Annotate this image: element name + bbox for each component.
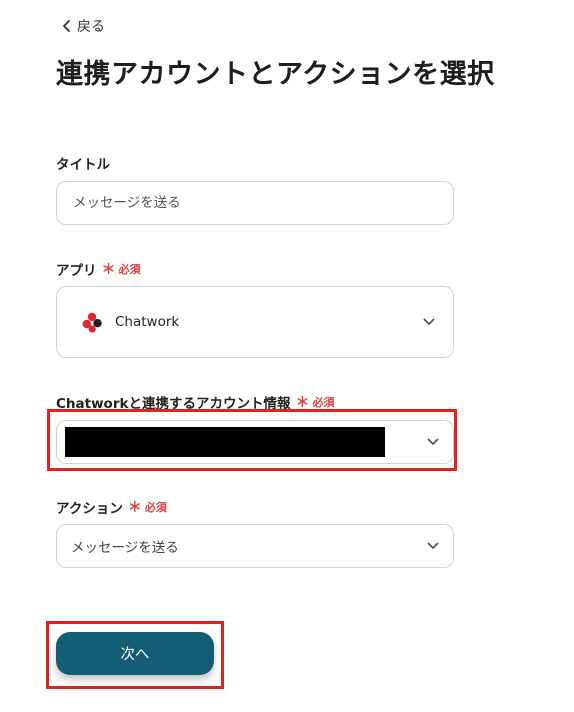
- required-label: 必須: [118, 263, 141, 276]
- app-field-label-text: アプリ: [56, 263, 97, 279]
- chevron-left-icon: [63, 20, 70, 32]
- account-field-label-text: Chatworkと連携するアカウント情報: [56, 396, 291, 412]
- required-label: 必須: [312, 396, 335, 409]
- back-label: 戻る: [77, 19, 105, 35]
- selected-action: メッセージを送る: [71, 540, 179, 556]
- required-asterisk: ＊: [127, 500, 142, 516]
- page-title: 連携アカウントとアクションを選択: [56, 59, 495, 90]
- required-asterisk: ＊: [101, 262, 116, 278]
- next-button[interactable]: 次へ: [56, 632, 214, 675]
- account-field-label: Chatworkと連携するアカウント情報 ＊ 必須: [56, 392, 334, 412]
- chevron-down-icon: [423, 318, 435, 325]
- required-indicator: ＊ 必須: [295, 392, 334, 412]
- title-field-label-text: タイトル: [56, 157, 110, 173]
- app-select[interactable]: Chatwork: [56, 286, 454, 358]
- account-select[interactable]: [56, 420, 454, 464]
- required-indicator: ＊ 必須: [102, 259, 141, 279]
- chatwork-logo-icon: [82, 312, 102, 333]
- chevron-down-icon: [427, 438, 439, 445]
- chevron-down-icon: [427, 542, 439, 549]
- action-field-label: アクション ＊ 必須: [56, 497, 167, 517]
- title-input-box[interactable]: [56, 181, 454, 225]
- action-select[interactable]: メッセージを送る: [56, 524, 454, 568]
- redacted-account-value: [65, 427, 385, 457]
- app-field-label: アプリ ＊ 必須: [56, 259, 141, 279]
- title-input[interactable]: [71, 194, 439, 212]
- required-label: 必須: [144, 501, 167, 514]
- required-asterisk: ＊: [295, 395, 310, 411]
- required-indicator: ＊ 必須: [128, 497, 167, 517]
- selected-app-name: Chatwork: [115, 314, 180, 330]
- action-field-label-text: アクション: [56, 501, 123, 517]
- back-link[interactable]: 戻る: [62, 16, 105, 36]
- title-field-label: タイトル: [56, 153, 110, 173]
